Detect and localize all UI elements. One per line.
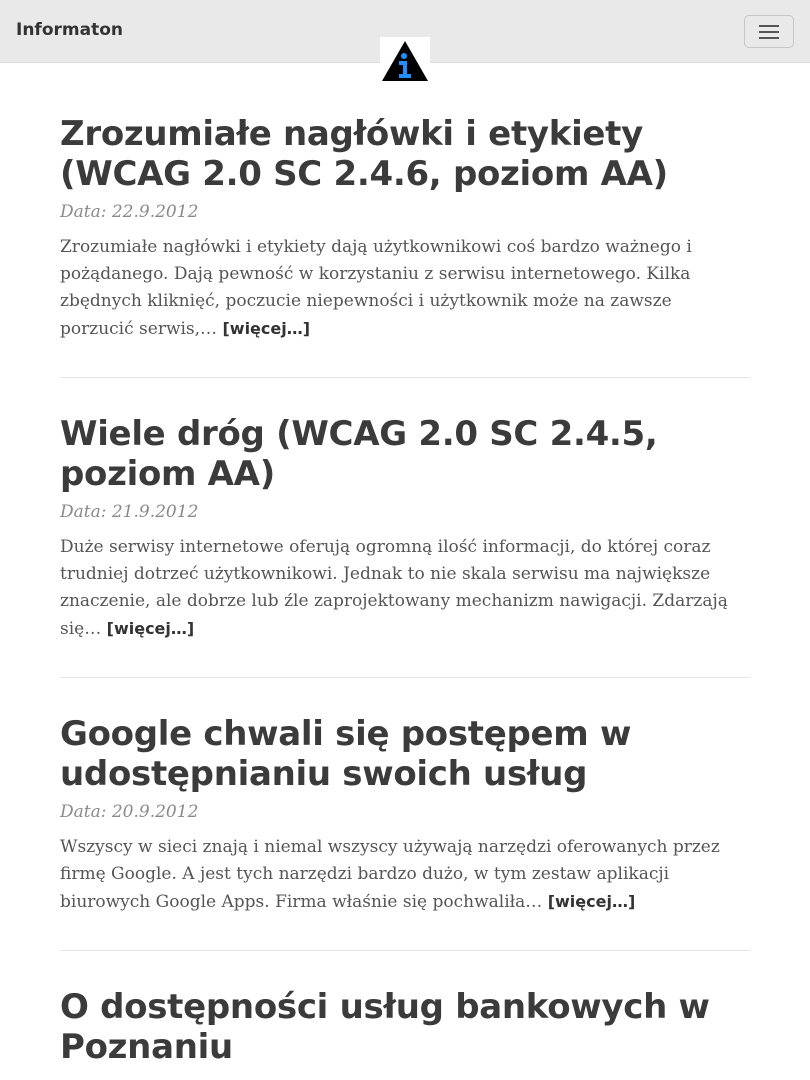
post-item: O dostępności usług bankowych w Poznaniu bbox=[60, 987, 750, 1067]
post-excerpt: Wszyscy w sieci znają i niemal wszyscy u… bbox=[60, 834, 750, 916]
brand-link[interactable]: Informaton bbox=[16, 20, 123, 40]
post-divider bbox=[60, 377, 750, 378]
post-title[interactable]: O dostępności usług bankowych w Poznaniu bbox=[60, 987, 750, 1067]
post-title[interactable]: Zrozumiałe nagłówki i etykiety (WCAG 2.0… bbox=[60, 114, 750, 194]
post-divider bbox=[60, 950, 750, 951]
read-more-link[interactable]: [więcej…] bbox=[222, 319, 310, 338]
post-item: Wiele dróg (WCAG 2.0 SC 2.4.5, poziom AA… bbox=[60, 414, 750, 643]
post-date: Data: 21.9.2012 bbox=[60, 502, 199, 522]
post-list: Zrozumiałe nagłówki i etykiety (WCAG 2.0… bbox=[60, 114, 750, 1067]
read-more-link[interactable]: [więcej…] bbox=[548, 892, 636, 911]
info-triangle-logo-icon[interactable] bbox=[380, 37, 430, 83]
post-divider bbox=[60, 677, 750, 678]
post-date: Data: 22.9.2012 bbox=[60, 202, 199, 222]
post-excerpt: Zrozumiałe nagłówki i etykiety dają użyt… bbox=[60, 234, 750, 343]
post-date: Data: 20.9.2012 bbox=[60, 802, 199, 822]
read-more-link[interactable]: [więcej…] bbox=[107, 619, 195, 638]
hamburger-icon-bar bbox=[759, 37, 779, 39]
menu-toggle-button[interactable] bbox=[744, 15, 794, 48]
post-title[interactable]: Wiele dróg (WCAG 2.0 SC 2.4.5, poziom AA… bbox=[60, 414, 750, 494]
post-excerpt-text: Zrozumiałe nagłówki i etykiety dają użyt… bbox=[60, 237, 692, 339]
hamburger-icon bbox=[759, 25, 779, 27]
post-title[interactable]: Google chwali się postępem w udostępnian… bbox=[60, 714, 750, 794]
post-excerpt: Duże serwisy internetowe oferują ogromną… bbox=[60, 534, 750, 643]
hamburger-icon-bar bbox=[759, 31, 779, 33]
post-item: Google chwali się postępem w udostępnian… bbox=[60, 714, 750, 916]
post-item: Zrozumiałe nagłówki i etykiety (WCAG 2.0… bbox=[60, 114, 750, 343]
